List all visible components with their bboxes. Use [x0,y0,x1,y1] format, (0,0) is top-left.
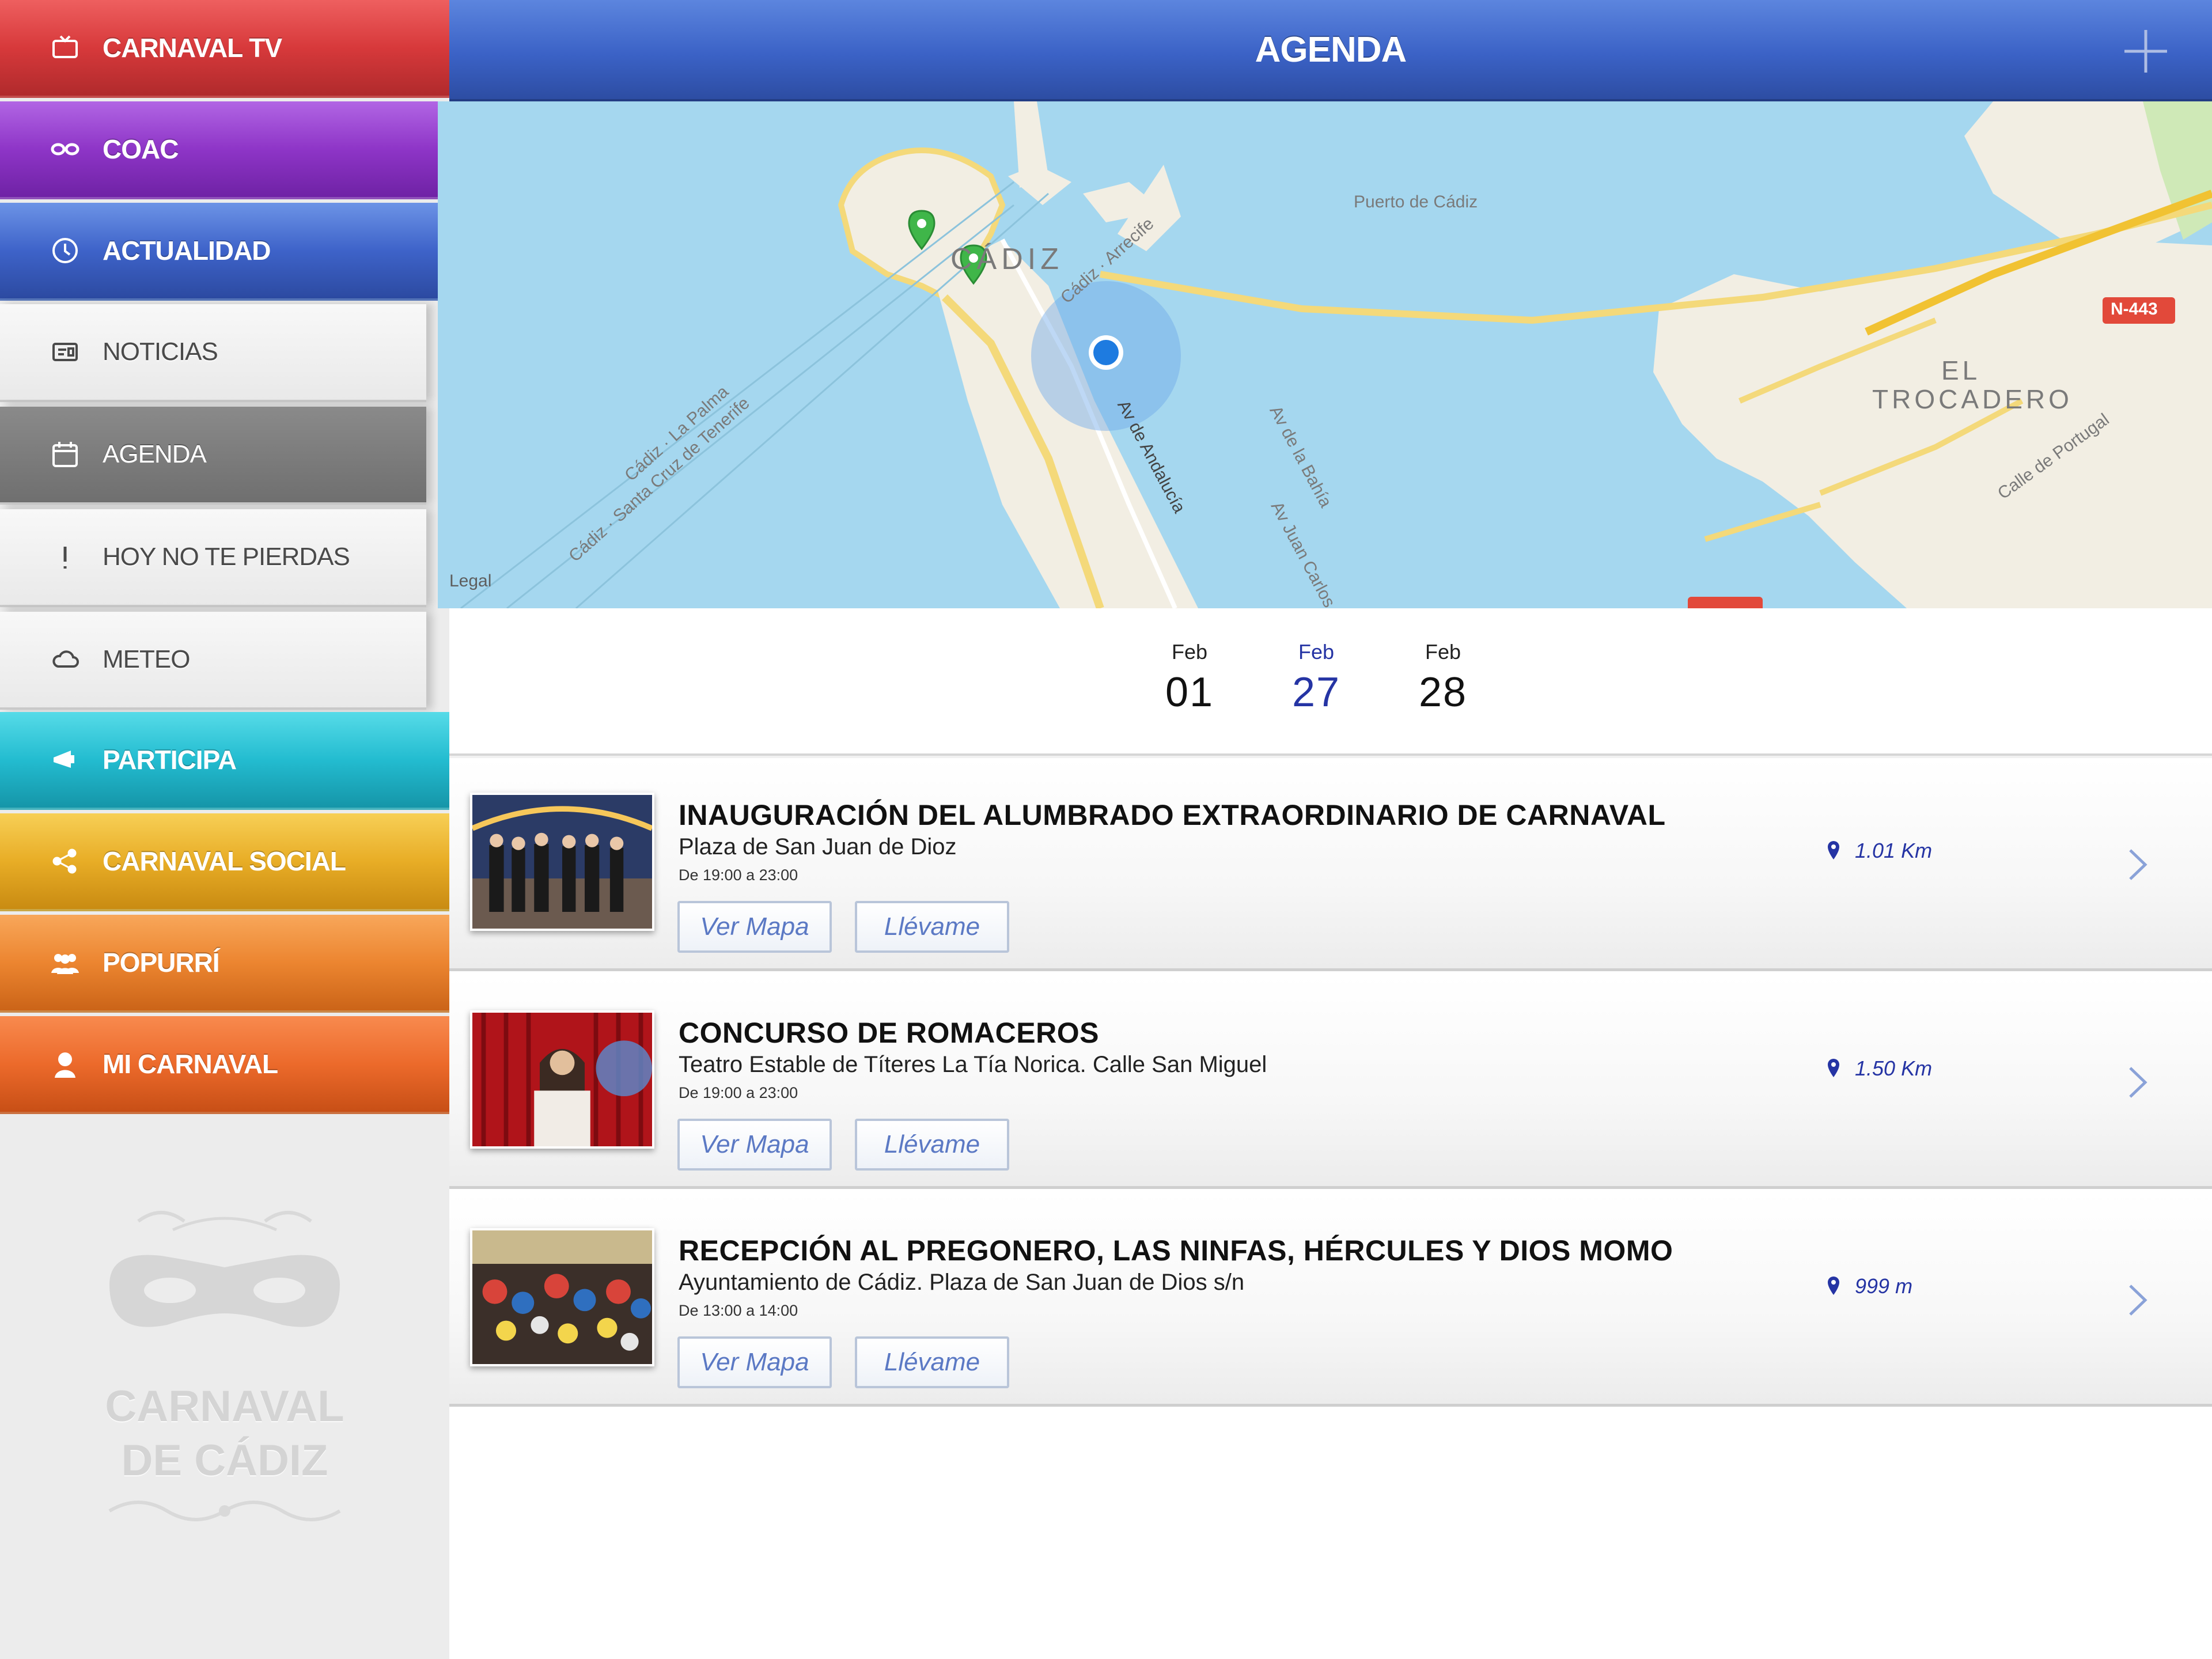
event-place: Plaza de San Juan de Dioz [679,834,957,859]
event-title: CONCURSO DE ROMACEROS [679,1017,1099,1049]
event-row[interactable]: INAUGURACIÓN DEL ALUMBRADO EXTRAORDINARI… [449,758,2212,971]
plus-icon [2124,30,2167,73]
sidebar-item-hoy-no-te-pierdas[interactable]: HOY NO TE PIERDAS [0,509,426,607]
map-legal-link[interactable]: Legal [449,571,491,591]
llevame-button[interactable]: Llévame [855,901,1009,953]
event-time: De 19:00 a 23:00 [679,1084,798,1101]
menu-item-carnaval-social[interactable]: CARNAVAL SOCIAL [0,813,449,911]
ver-mapa-button[interactable]: Ver Mapa [677,1336,832,1388]
menu-item-coac[interactable]: COAC [0,101,449,199]
map-view[interactable]: Puerto de Cádiz CÁDIZ EL TROCADERO N-443… [438,101,2212,608]
event-distance: 999 m [1826,1274,1912,1298]
event-distance: 1.01 Km [1826,839,1932,863]
news-icon [45,332,85,372]
event-title: INAUGURACIÓN DEL ALUMBRADO EXTRAORDINARI… [679,799,1666,831]
event-row[interactable]: CONCURSO DE ROMACEROS Teatro Estable de … [449,976,2212,1189]
event-thumbnail [470,793,654,931]
event-place: Teatro Estable de Títeres La Tía Norica.… [679,1052,1267,1077]
event-distance: 1.50 Km [1826,1056,1932,1081]
carnaval-de-cadiz-watermark: CARNAVAL DE CÁDIZ [69,1204,380,1584]
date-month: Feb [1425,640,1461,664]
llevame-button[interactable]: Llévame [855,1119,1009,1171]
ornament-icon [108,1501,341,1521]
event-thumbnail [470,1228,654,1366]
event-time: De 13:00 a 14:00 [679,1302,798,1319]
event-place: Ayuntamiento de Cádiz. Plaza de San Juan… [679,1270,1245,1295]
event-title: RECEPCIÓN AL PREGONERO, LAS NINFAS, HÉRC… [679,1234,1673,1267]
date-selector: Feb 01 Feb 27 Feb 28 [449,608,2212,756]
llevame-button[interactable]: Llévame [855,1336,1009,1388]
date-item-selected[interactable]: Feb 27 [1270,640,1362,716]
header-bar: AGENDA [449,0,2212,101]
date-item[interactable]: Feb 01 [1143,640,1236,716]
group-icon [45,942,85,983]
map-label-el: EL [1941,355,1981,385]
menu-label: POPURRÍ [103,948,220,978]
tv-icon [45,28,85,68]
location-pin-icon [1828,1277,1839,1295]
menu-item-mi-carnaval[interactable]: MI CARNAVAL [0,1016,449,1114]
date-day: 27 [1291,669,1341,715]
event-thumbnail [470,1010,654,1149]
location-pin-icon [1828,1059,1839,1077]
chevron-right-icon[interactable] [2120,844,2154,885]
date-day: 28 [1418,669,1468,715]
road-badge-n443: N-443 [2111,300,2158,319]
menu-label: HOY NO TE PIERDAS [103,543,350,571]
menu-label: PARTICIPA [103,745,237,775]
location-pin-icon [1828,841,1839,859]
date-day: 01 [1165,669,1214,715]
menu-item-popurri[interactable]: POPURRÍ [0,915,449,1013]
distance-value: 1.01 Km [1855,839,1933,862]
menu-label: COAC [103,134,179,164]
watermark-line-2: DE CÁDIZ [121,1436,328,1485]
event-time: De 19:00 a 23:00 [679,866,798,884]
distance-value: 1.50 Km [1855,1056,1933,1080]
megaphone-icon [45,740,85,780]
add-button[interactable] [2120,25,2172,77]
map-label-puerto: Puerto de Cádiz [1354,192,1478,211]
chevron-right-icon[interactable] [2120,1280,2154,1320]
map-label-trocadero: TROCADERO [1872,384,2073,414]
menu-item-actualidad[interactable]: ACTUALIDAD [0,203,449,301]
exclamation-icon [45,537,85,577]
event-list: INAUGURACIÓN DEL ALUMBRADO EXTRAORDINARI… [449,758,2212,1659]
menu-label: METEO [103,645,190,673]
menu-item-carnaval-tv[interactable]: CARNAVAL TV [0,0,449,98]
mask-icon [45,129,85,169]
cloud-icon [45,639,85,680]
menu-label: ACTUALIDAD [103,236,271,266]
menu-label: CARNAVAL TV [103,33,282,63]
ver-mapa-button[interactable]: Ver Mapa [677,901,832,953]
menu-label: NOTICIAS [103,338,218,366]
date-month: Feb [1171,640,1208,664]
ver-mapa-button[interactable]: Ver Mapa [677,1119,832,1171]
distance-value: 999 m [1855,1274,1913,1298]
date-month: Feb [1298,640,1335,664]
clock-icon [45,230,85,271]
page-title: AGENDA [1255,29,1407,70]
event-row[interactable]: RECEPCIÓN AL PREGONERO, LAS NINFAS, HÉRC… [449,1194,2212,1407]
mask-logo-icon [109,1211,340,1327]
menu-item-participa[interactable]: PARTICIPA [0,712,449,810]
sidebar-item-meteo[interactable]: METEO [0,612,426,710]
chevron-right-icon[interactable] [2120,1062,2154,1103]
watermark-line-1: CARNAVAL [105,1382,344,1431]
sidebar-item-agenda[interactable]: AGENDA [0,407,426,505]
sidebar-item-noticias[interactable]: NOTICIAS [0,304,426,402]
share-icon [45,841,85,881]
date-item[interactable]: Feb 28 [1397,640,1489,716]
map-label-cadiz: CÁDIZ [950,243,1063,276]
menu-label: AGENDA [103,440,207,468]
sidebar: CARNAVAL TV COAC ACTUALIDAD NOTICIAS AGE… [0,0,449,1659]
menu-label: CARNAVAL SOCIAL [103,846,346,876]
user-icon [45,1044,85,1084]
menu-label: MI CARNAVAL [103,1049,278,1079]
calendar-icon [45,434,85,475]
